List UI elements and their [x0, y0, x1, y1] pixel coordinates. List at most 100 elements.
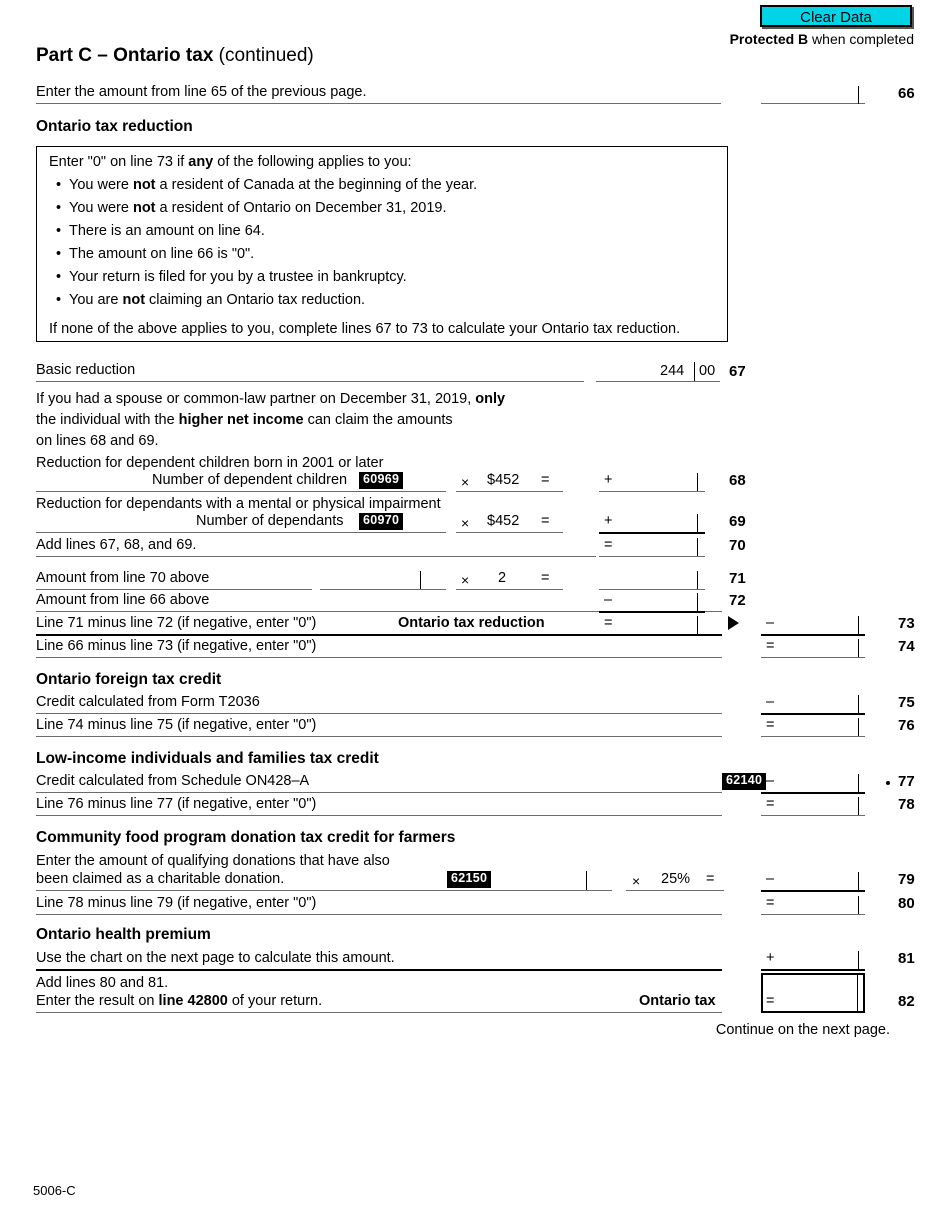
- line-67-amount-underline: [596, 381, 720, 382]
- line-80-underline: [36, 914, 722, 915]
- clear-data-button[interactable]: Clear Data: [760, 5, 912, 27]
- line-80-amount-input[interactable]: [780, 896, 857, 913]
- line-77-sign: –: [766, 773, 775, 789]
- line-68-heading: Reduction for dependent children born in…: [36, 455, 384, 471]
- line-82-label-2: Enter the result on line 42800 of your r…: [36, 993, 322, 1009]
- notebox-bullet-2: There is an amount on line 64.: [69, 223, 265, 239]
- line-80-cents-divider: [858, 896, 859, 914]
- line-71-amount-underline: [599, 589, 705, 590]
- line-82-cents-divider: [857, 975, 858, 1011]
- line-78-sign: =: [766, 796, 775, 812]
- line-79-label-1: Enter the amount of qualifying donations…: [36, 853, 390, 869]
- line-69-amount-underline: [599, 532, 705, 534]
- line-79-cents-divider: [858, 872, 859, 890]
- line-69-amount-input[interactable]: [618, 514, 696, 531]
- line-66-cents-divider: [858, 86, 859, 104]
- line-71-amount-input[interactable]: [618, 571, 696, 588]
- line-82-amount-input[interactable]: [780, 977, 855, 1010]
- line-81-amount-input[interactable]: [780, 951, 857, 968]
- line-79-underline-mid: [626, 890, 724, 891]
- line-74-sign: =: [766, 638, 775, 654]
- line-76-amount-input[interactable]: [780, 718, 857, 735]
- line-72-number: 72: [729, 592, 746, 609]
- line-74-cents-divider: [858, 639, 859, 657]
- line-77-amount-underline: [761, 792, 865, 794]
- line-73-calc-input[interactable]: [618, 616, 696, 633]
- line-74-number: 74: [898, 638, 915, 655]
- line-80-amount-underline: [761, 914, 865, 915]
- line-68-count-input[interactable]: [396, 472, 446, 490]
- line-82-label-2-bold: line 42800: [158, 993, 228, 1009]
- line-75-cents-divider: [858, 695, 859, 713]
- line-70-cents-divider: [697, 538, 698, 556]
- line-75-amount-input[interactable]: [780, 695, 857, 712]
- line-69-count-input[interactable]: [396, 513, 446, 531]
- notebox-bullet-4: Your return is filed for you by a truste…: [69, 269, 407, 285]
- notebox-bullet-0: You were not a resident of Canada at the…: [69, 177, 477, 193]
- continue-note: Continue on the next page.: [715, 1022, 890, 1038]
- line-82-bold-label: Ontario tax: [639, 993, 716, 1009]
- line-69-underline-left: [36, 532, 446, 533]
- line-68-amount-underline: [599, 491, 705, 492]
- line-82-label-1: Add lines 80 and 81.: [36, 975, 169, 991]
- line-79-rate: 25%: [661, 871, 691, 887]
- line-79-amount-input[interactable]: [780, 872, 857, 889]
- line-78-amount-input[interactable]: [780, 797, 857, 814]
- line-76-underline: [36, 736, 722, 737]
- spouse-note-line-1: If you had a spouse or common-law partne…: [36, 391, 505, 407]
- line-81-label: Use the chart on the next page to calcul…: [36, 950, 395, 966]
- bullet-5-c: claiming an Ontario tax reduction.: [145, 292, 366, 308]
- line-77-label: Credit calculated from Schedule ON428–A: [36, 773, 310, 789]
- line-68-cents-divider: [697, 473, 698, 491]
- line-69-rate: $452: [487, 513, 520, 529]
- line-73-bold-label: Ontario tax reduction: [398, 615, 545, 631]
- line-71-cents-divider: [697, 571, 698, 589]
- section-health-premium: Ontario health premium: [36, 926, 211, 943]
- line-69-underline-mid: [456, 532, 563, 533]
- line-68-amount-input[interactable]: [618, 473, 696, 490]
- form-code: 5006-C: [33, 1183, 76, 1198]
- line-74-label: Line 66 minus line 73 (if negative, ente…: [36, 638, 317, 654]
- line-72-amount-input[interactable]: [618, 593, 696, 610]
- bullet-0-bold: not: [132, 177, 156, 193]
- line-73-amount-input[interactable]: [780, 616, 857, 633]
- section-low-income: Low-income individuals and families tax …: [36, 750, 379, 767]
- line-76-number: 76: [898, 717, 915, 734]
- line-78-cents-divider: [858, 797, 859, 815]
- line-73-sign: =: [604, 615, 613, 631]
- carry-arrow-icon: [728, 616, 739, 630]
- line-68-rate: $452: [487, 472, 520, 488]
- spouse-note-l1-a: If you had a spouse or common-law partne…: [36, 391, 476, 407]
- line-71-factor: 2: [498, 570, 507, 586]
- protected-b-bold: Protected B: [729, 31, 809, 47]
- page-title-bold: Part C – Ontario tax: [36, 45, 214, 66]
- bullet-1-a: You were: [69, 200, 133, 216]
- bullet-2-a: There is an amount on line 64.: [69, 223, 265, 239]
- line-71-carry-input[interactable]: [322, 571, 419, 588]
- line-78-number: 78: [898, 796, 915, 813]
- line-70-amount-input[interactable]: [618, 538, 696, 555]
- line-68-number: 68: [729, 472, 746, 489]
- line-81-number: 81: [898, 950, 915, 967]
- line-79-donation-input[interactable]: [492, 871, 584, 889]
- line-77-amount-input[interactable]: [780, 774, 857, 791]
- line-79-field-code: 62150: [447, 871, 492, 888]
- line-71-times: ×: [461, 572, 470, 588]
- line-73-underline: [36, 634, 722, 636]
- line-69-equals: =: [541, 513, 550, 529]
- line-72-label: Amount from line 66 above: [36, 592, 210, 608]
- line-68-underline-left: [36, 491, 446, 492]
- line-71-carry-cents-divider: [420, 571, 421, 589]
- page-title-normal: (continued): [213, 45, 314, 66]
- line-82-number: 82: [898, 993, 915, 1010]
- spouse-note-l2-c: can claim the amounts: [303, 412, 453, 428]
- line-66-amount-input[interactable]: [761, 86, 858, 103]
- spouse-note-line-3: on lines 68 and 69.: [36, 433, 159, 449]
- line-75-underline: [36, 713, 722, 714]
- section-foreign-tax-credit: Ontario foreign tax credit: [36, 671, 222, 688]
- line-74-amount-input[interactable]: [780, 639, 857, 656]
- line-77-number: 77: [898, 773, 915, 790]
- line-76-cents-divider: [858, 718, 859, 736]
- line-73-label: Line 71 minus line 72 (if negative, ente…: [36, 615, 317, 631]
- line-69-label: Number of dependants: [196, 513, 344, 529]
